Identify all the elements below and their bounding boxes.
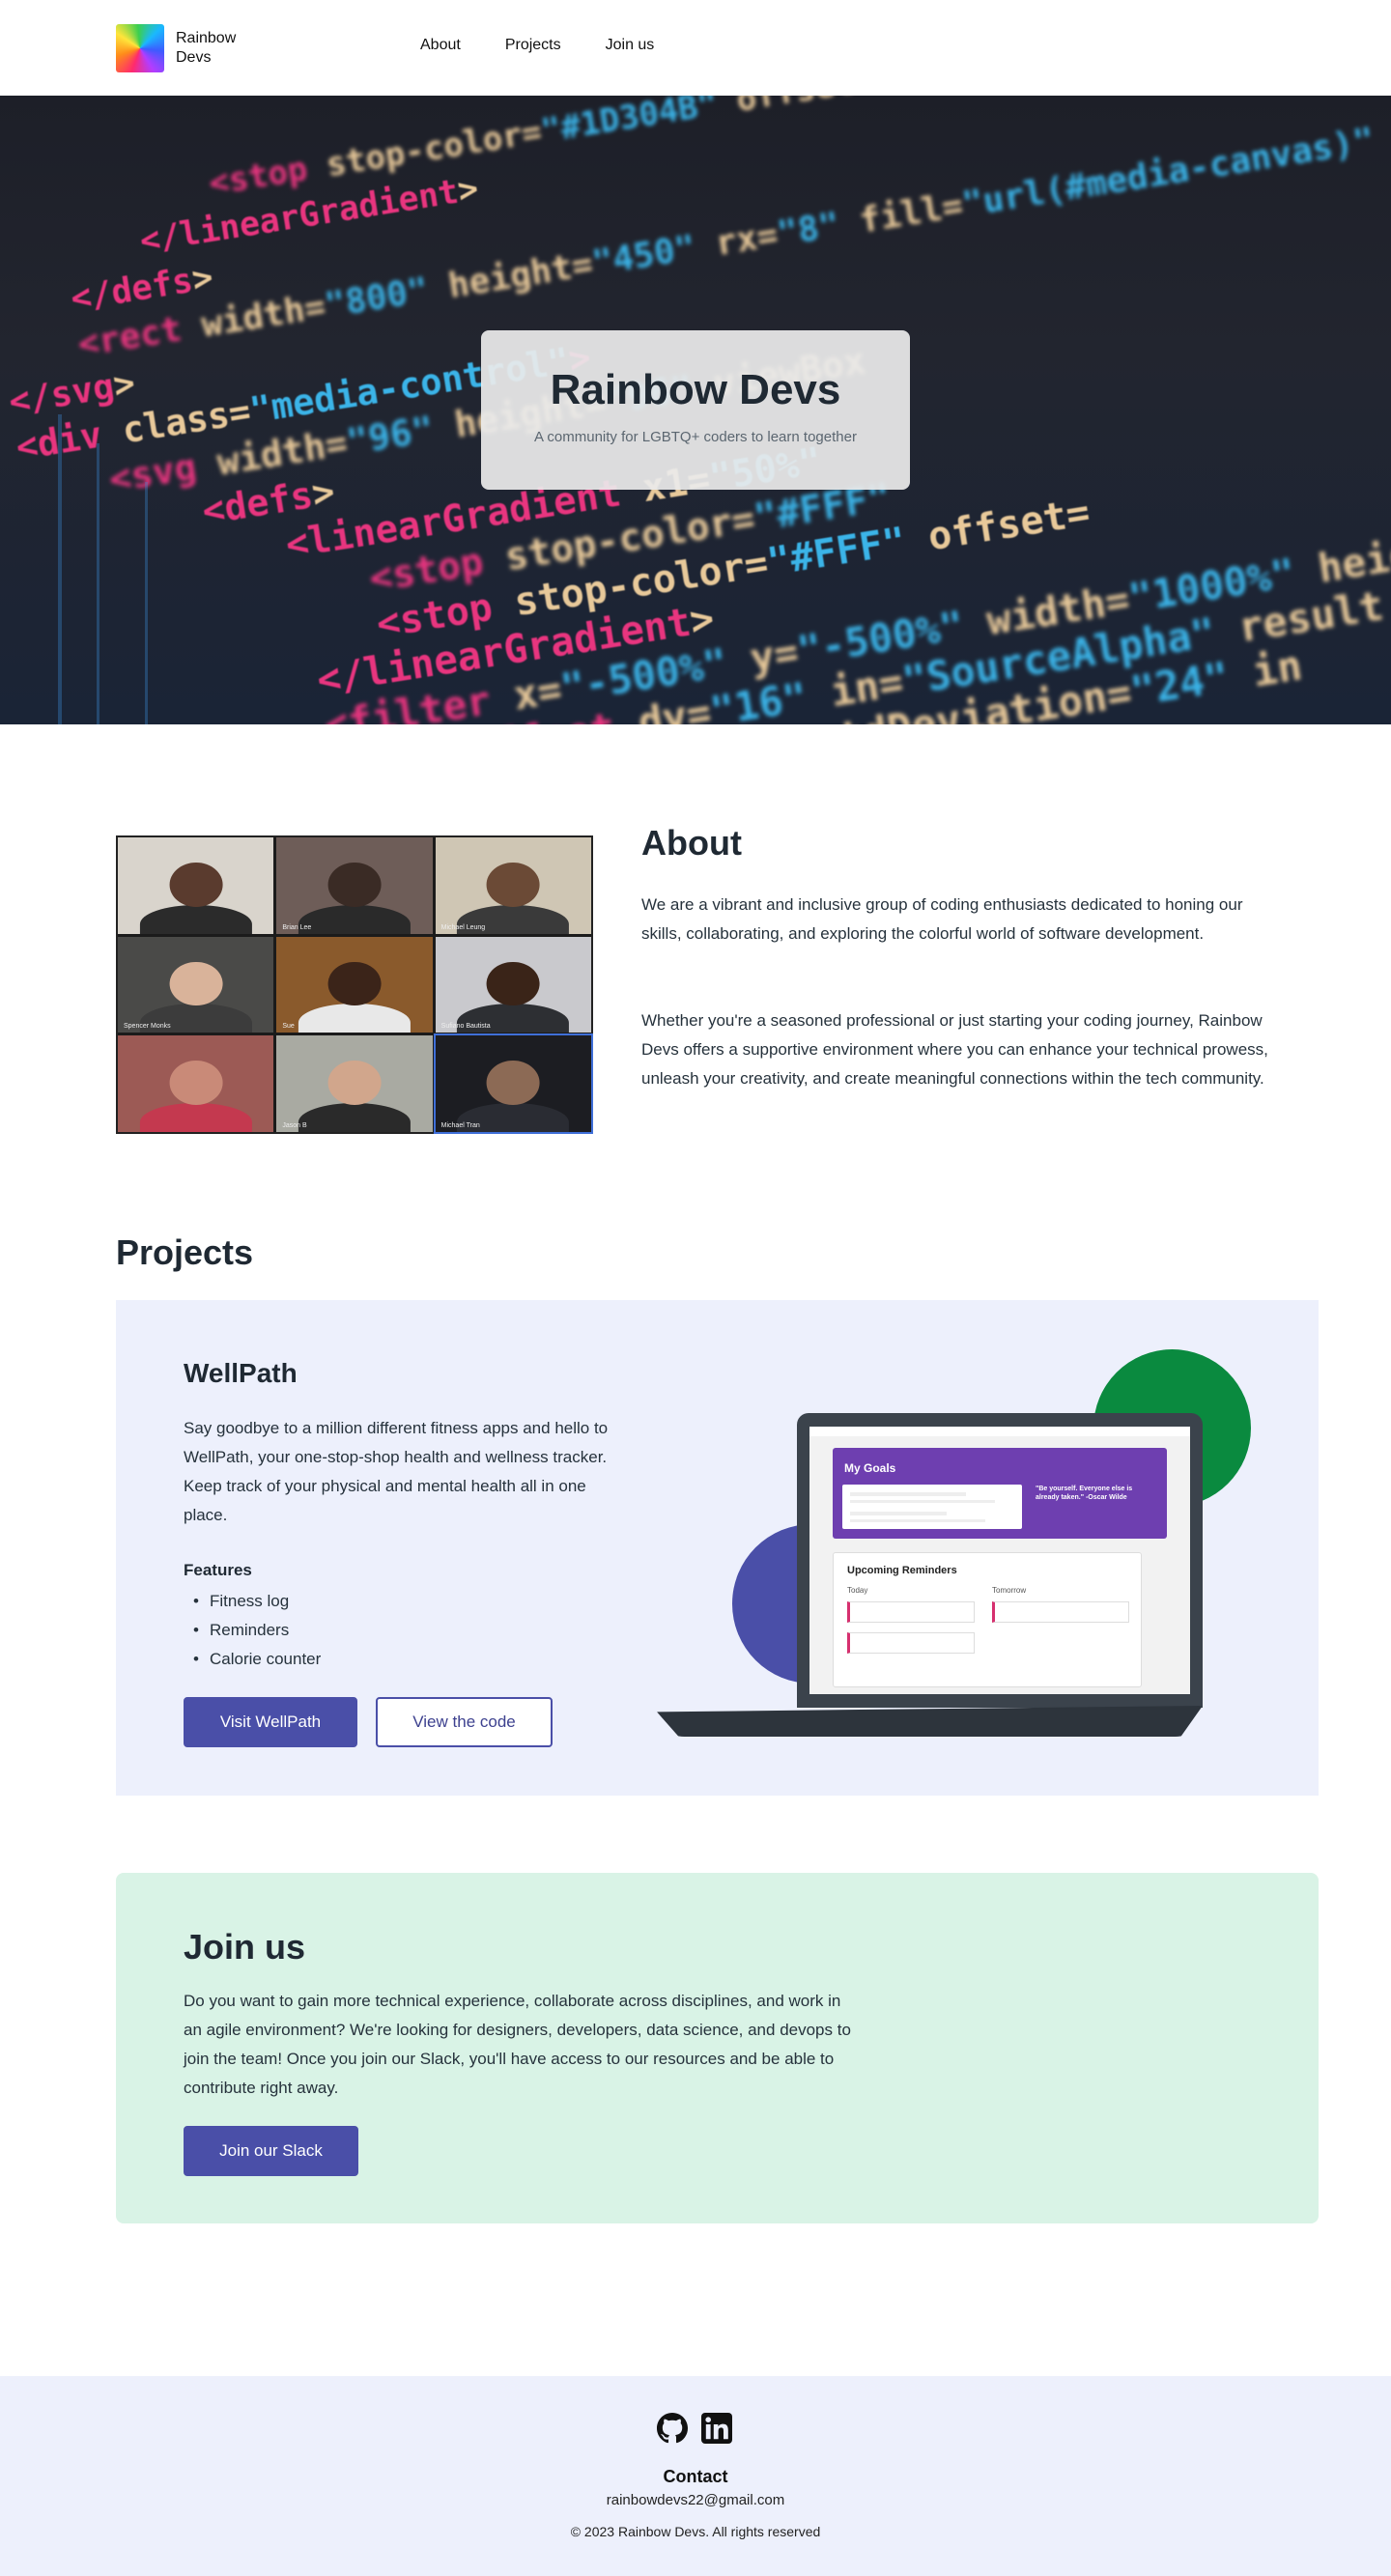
goals-quote: "Be yourself. Everyone else is already t… <box>1036 1486 1133 1501</box>
participant-head <box>327 961 382 1006</box>
participant-head <box>327 1061 382 1106</box>
visit-wellpath-button[interactable]: Visit WellPath <box>184 1697 357 1747</box>
participant-head <box>169 961 223 1006</box>
features-heading: Features <box>184 1561 252 1579</box>
project-name: WellPath <box>184 1358 298 1388</box>
call-participant-tile <box>118 837 274 934</box>
features-list: Fitness log Reminders Calorie counter <box>184 1587 321 1674</box>
social-links <box>657 2413 732 2444</box>
goals-box <box>842 1485 1022 1529</box>
copyright-text: © 2023 Rainbow Devs. All rights reserved <box>570 2524 821 2539</box>
project-card-wellpath: WellPath Say goodbye to a million differ… <box>116 1300 1319 1796</box>
nav-links: About Projects Join us <box>420 37 654 54</box>
goals-title: My Goals <box>844 1461 896 1475</box>
call-participant-tile: Brian Lee <box>276 837 433 934</box>
participant-head <box>169 1061 223 1106</box>
tomorrow-label: Tomorrow <box>992 1586 1027 1595</box>
view-code-button[interactable]: View the code <box>376 1697 553 1747</box>
call-participant-tile: Sue <box>276 936 433 1033</box>
laptop-mockup: My Goals "Be yourself. Everyone else is … <box>797 1413 1203 1708</box>
join-slack-button[interactable]: Join our Slack <box>184 2126 358 2176</box>
about-paragraph-1: We are a vibrant and inclusive group of … <box>641 895 1243 943</box>
participant-body <box>298 1103 412 1132</box>
feature-item: Fitness log <box>184 1587 321 1616</box>
call-participant-tile: Sufiano Bautista <box>435 936 591 1033</box>
participant-head <box>486 1061 540 1106</box>
join-heading: Join us <box>184 1927 306 1967</box>
participant-head <box>486 961 540 1006</box>
app-screenshot: My Goals "Be yourself. Everyone else is … <box>809 1427 1190 1694</box>
reminder-card <box>992 1601 1129 1623</box>
reminder-card <box>847 1601 975 1623</box>
hero-card: Rainbow Devs A community for LGBTQ+ code… <box>481 330 910 490</box>
participant-name: Sufiano Bautista <box>440 1023 491 1031</box>
hero-banner: <stop stop-color="#1D304B" offset="100%"… <box>0 96 1391 724</box>
reminder-card <box>847 1632 975 1654</box>
nav-link-join-us[interactable]: Join us <box>606 37 655 54</box>
participant-name: Jason B <box>282 1121 307 1129</box>
brand-name: Rainbow Devs <box>176 30 237 66</box>
call-participant-tile: Jason B <box>276 1035 433 1132</box>
goals-panel: My Goals "Be yourself. Everyone else is … <box>833 1448 1167 1539</box>
participant-head <box>327 862 382 907</box>
nav-link-projects[interactable]: Projects <box>505 37 561 54</box>
video-call-photo: Brian Lee Michael Leung Spencer Monks Sue Su… <box>116 835 593 1134</box>
linkedin-icon[interactable] <box>701 2413 732 2444</box>
reminders-panel: Upcoming Reminders Today Tomorrow <box>833 1552 1142 1687</box>
today-label: Today <box>847 1586 868 1595</box>
participant-body <box>139 1103 252 1132</box>
participant-name: Michael Tran <box>440 1121 480 1129</box>
top-navbar: Rainbow Devs About Projects Join us <box>0 0 1391 96</box>
github-icon[interactable] <box>657 2413 688 2444</box>
call-participant-tile: Michael Leung <box>435 837 591 934</box>
hero-subtitle: A community for LGBTQ+ coders to learn t… <box>534 429 857 445</box>
reminders-title: Upcoming Reminders <box>847 1565 957 1576</box>
participant-name: Sue <box>282 1023 295 1031</box>
join-us-card: Join us Do you want to gain more technic… <box>116 1873 1319 2223</box>
participant-name: Michael Leung <box>440 923 486 931</box>
project-description: Say goodbye to a million different fitne… <box>184 1419 609 1524</box>
call-participant-tile: Spencer Monks <box>118 936 274 1033</box>
code-line: <stop stop-color="#1D304B" offset="100%"… <box>207 96 1033 203</box>
participant-head <box>486 862 540 907</box>
participant-name: Spencer Monks <box>124 1023 171 1031</box>
contact-heading: Contact <box>663 2467 728 2486</box>
nav-link-about[interactable]: About <box>420 37 461 54</box>
projects-heading: Projects <box>116 1232 254 1272</box>
join-description: Do you want to gain more technical exper… <box>184 1992 851 2097</box>
participant-name: Brian Lee <box>282 923 312 931</box>
contact-email[interactable]: rainbowdevs22@gmail.com <box>0 2492 1391 2508</box>
rainbow-logo-icon <box>116 24 164 72</box>
about-paragraph-2: Whether you're a seasoned professional o… <box>641 1011 1268 1088</box>
brand-logo-link[interactable]: Rainbow Devs <box>116 24 253 72</box>
footer: Contact rainbowdevs22@gmail.com © 2023 R… <box>0 2376 1391 2576</box>
about-heading: About <box>641 823 742 863</box>
feature-item: Reminders <box>184 1616 321 1645</box>
call-participant-tile <box>118 1035 274 1132</box>
participant-body <box>139 904 252 934</box>
laptop-base <box>657 1706 1203 1737</box>
feature-item: Calorie counter <box>184 1645 321 1674</box>
call-participant-tile: Michael Tran <box>433 1033 593 1134</box>
participant-head <box>169 862 223 907</box>
participant-body <box>298 1004 412 1033</box>
participant-body <box>298 904 412 934</box>
hero-title: Rainbow Devs <box>550 366 841 413</box>
